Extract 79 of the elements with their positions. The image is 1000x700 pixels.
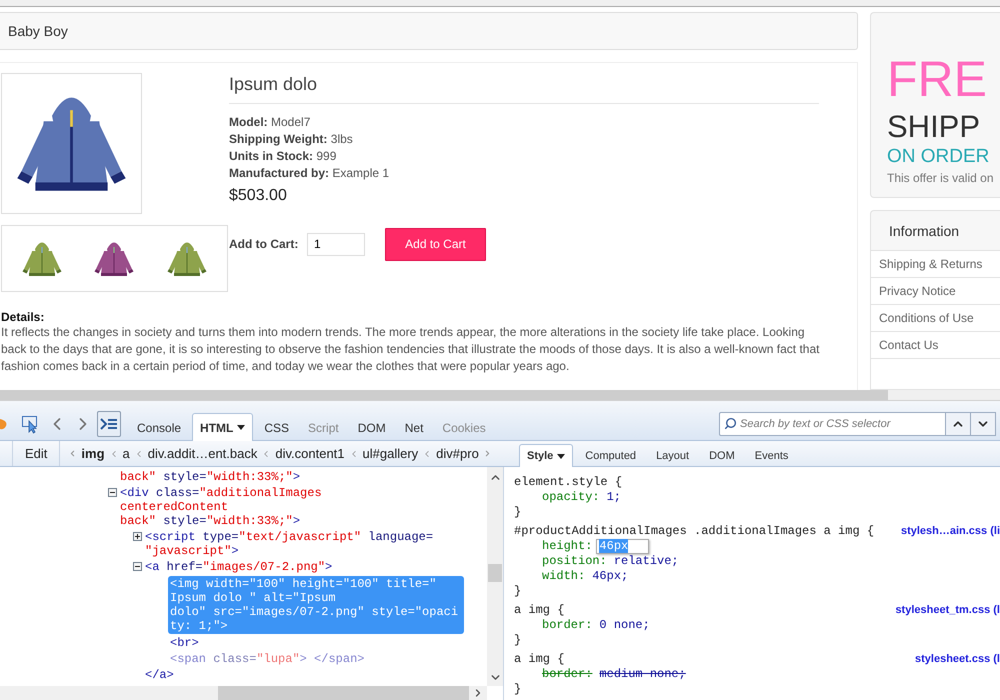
css-property[interactable]: width:	[542, 569, 586, 584]
page-scrollbar[interactable]	[0, 390, 1000, 400]
css-property[interactable]: position:	[542, 554, 607, 569]
promo-subheadline: SHIPP	[887, 109, 980, 145]
horizontal-scrollbar[interactable]	[0, 686, 487, 700]
quantity-field[interactable]: 1	[307, 232, 365, 256]
product-title: Ipsum dolo	[229, 73, 819, 104]
promo-tagline: ON ORDER	[887, 145, 990, 169]
search-field[interactable]: Search by text or CSS selector	[719, 412, 946, 436]
details-text: It reflects the changes in society and turns them into modern trends. The more trends appear, the more alterations in the society life take place. Looking back to the days that are gone, it is so interesting to observe the fashion tendencies that illustrate the moods of those days. It is also a well-known fact that fashion comes back in a certain period of time, and today we wear the clothes that were popular years ago.	[1, 324, 820, 375]
product-spec: Shipping Weight: 3lbs	[229, 131, 354, 148]
next-match-button[interactable]	[971, 412, 996, 436]
closing-brace: }	[514, 633, 522, 648]
html-node[interactable]: <br>	[170, 636, 199, 650]
html-node[interactable]: <span class="lupa"> </span>	[170, 652, 364, 666]
breadcrumb[interactable]: div#pro	[434, 446, 481, 461]
css-selector: #productAdditionalImages .additionalImages a img {	[514, 524, 874, 539]
side-panel-tab[interactable]: DOM	[701, 444, 743, 467]
closing-tag: </a>	[145, 668, 174, 682]
panel-tab[interactable]: CSS	[256, 413, 298, 441]
css-property[interactable]: opacity:	[542, 490, 600, 505]
html-node[interactable]: <script type="text/javascript" language= "javascript">	[145, 530, 434, 558]
css-selector: a img {	[514, 652, 564, 667]
information-link[interactable]: Shipping & Returns	[871, 250, 1000, 277]
css-value[interactable]: relative;	[614, 554, 679, 569]
scrollbar-thumb[interactable]	[488, 564, 502, 582]
scrollbar-thumb[interactable]	[218, 686, 469, 700]
css-value[interactable]: medium none;	[599, 667, 686, 682]
category-title: Baby Boy	[0, 12, 858, 50]
closing-brace: }	[514, 682, 522, 697]
stylesheet-link[interactable]: stylesh…ain.css (li	[900, 524, 1000, 539]
panel-tab[interactable]: Console	[129, 413, 190, 441]
promo-headline: FRE	[887, 53, 987, 105]
collapse-toggle[interactable]	[133, 562, 142, 571]
edit-button[interactable]: Edit	[12, 441, 60, 466]
panel-tab[interactable]: DOM	[350, 413, 394, 441]
css-property[interactable]: height:	[542, 539, 592, 554]
information-title: Information	[888, 222, 960, 240]
promo-note: This offer is valid on	[887, 171, 994, 185]
vertical-scrollbar[interactable]	[487, 467, 503, 686]
information-link[interactable]: Contact Us	[871, 331, 1000, 358]
breadcrumb[interactable]: img	[79, 446, 107, 461]
cart-label: Add to Cart:	[229, 237, 300, 251]
html-node[interactable]: back" style="width:33%;">	[120, 470, 300, 484]
side-panel-tab[interactable]: Computed	[577, 444, 644, 467]
css-selector: element.style {	[514, 475, 622, 490]
expand-toggle[interactable]	[133, 532, 142, 541]
html-node[interactable]: <div class="additionalImages centeredContent back" style="width:33%;">	[120, 486, 322, 528]
breadcrumb[interactable]: ul#gallery	[360, 446, 420, 461]
add-to-cart-button[interactable]: Add to Cart	[385, 228, 486, 260]
information-link[interactable]: Privacy Notice	[871, 277, 1000, 304]
closing-brace: }	[514, 584, 522, 599]
product-spec: Model: Model7	[229, 114, 312, 131]
panel-tab[interactable]: Net	[396, 413, 432, 441]
css-property[interactable]: border:	[542, 667, 592, 682]
product-spec: Units in Stock: 999	[229, 148, 338, 165]
collapse-toggle[interactable]	[108, 488, 117, 497]
search-icon	[724, 417, 737, 430]
css-property[interactable]: border:	[542, 618, 592, 633]
stylesheet-link[interactable]: stylesheet_tm.css (l	[895, 603, 1000, 618]
side-panel-tab[interactable]: Layout	[648, 444, 698, 467]
side-panel-tab[interactable]: Events	[746, 444, 796, 467]
breadcrumb[interactable]: div.content1	[273, 446, 347, 461]
information-link[interactable]: Conditions of Use	[871, 304, 1000, 331]
stylesheet-link[interactable]: stylesheet.css (l	[915, 652, 1000, 667]
product-spec: Manufactured by: Example 1	[229, 165, 390, 182]
html-node[interactable]: <a href="images/07-2.png">	[145, 560, 332, 574]
css-value[interactable]: 46px;	[592, 569, 628, 584]
closing-brace: }	[514, 505, 522, 520]
previous-match-button[interactable]	[946, 412, 971, 436]
side-panel-tab[interactable]: Style	[519, 444, 574, 467]
css-value[interactable]: 1;	[606, 490, 622, 505]
panel-tab[interactable]: HTML	[192, 413, 254, 441]
css-value[interactable]: 0 none;	[599, 618, 650, 633]
breadcrumb[interactable]: div.addit…ent.back	[146, 446, 260, 461]
product-price: $503.00	[229, 187, 288, 205]
css-selector: a img {	[514, 603, 564, 618]
breadcrumb[interactable]: a	[120, 446, 132, 461]
details-label: Details:	[1, 310, 46, 324]
